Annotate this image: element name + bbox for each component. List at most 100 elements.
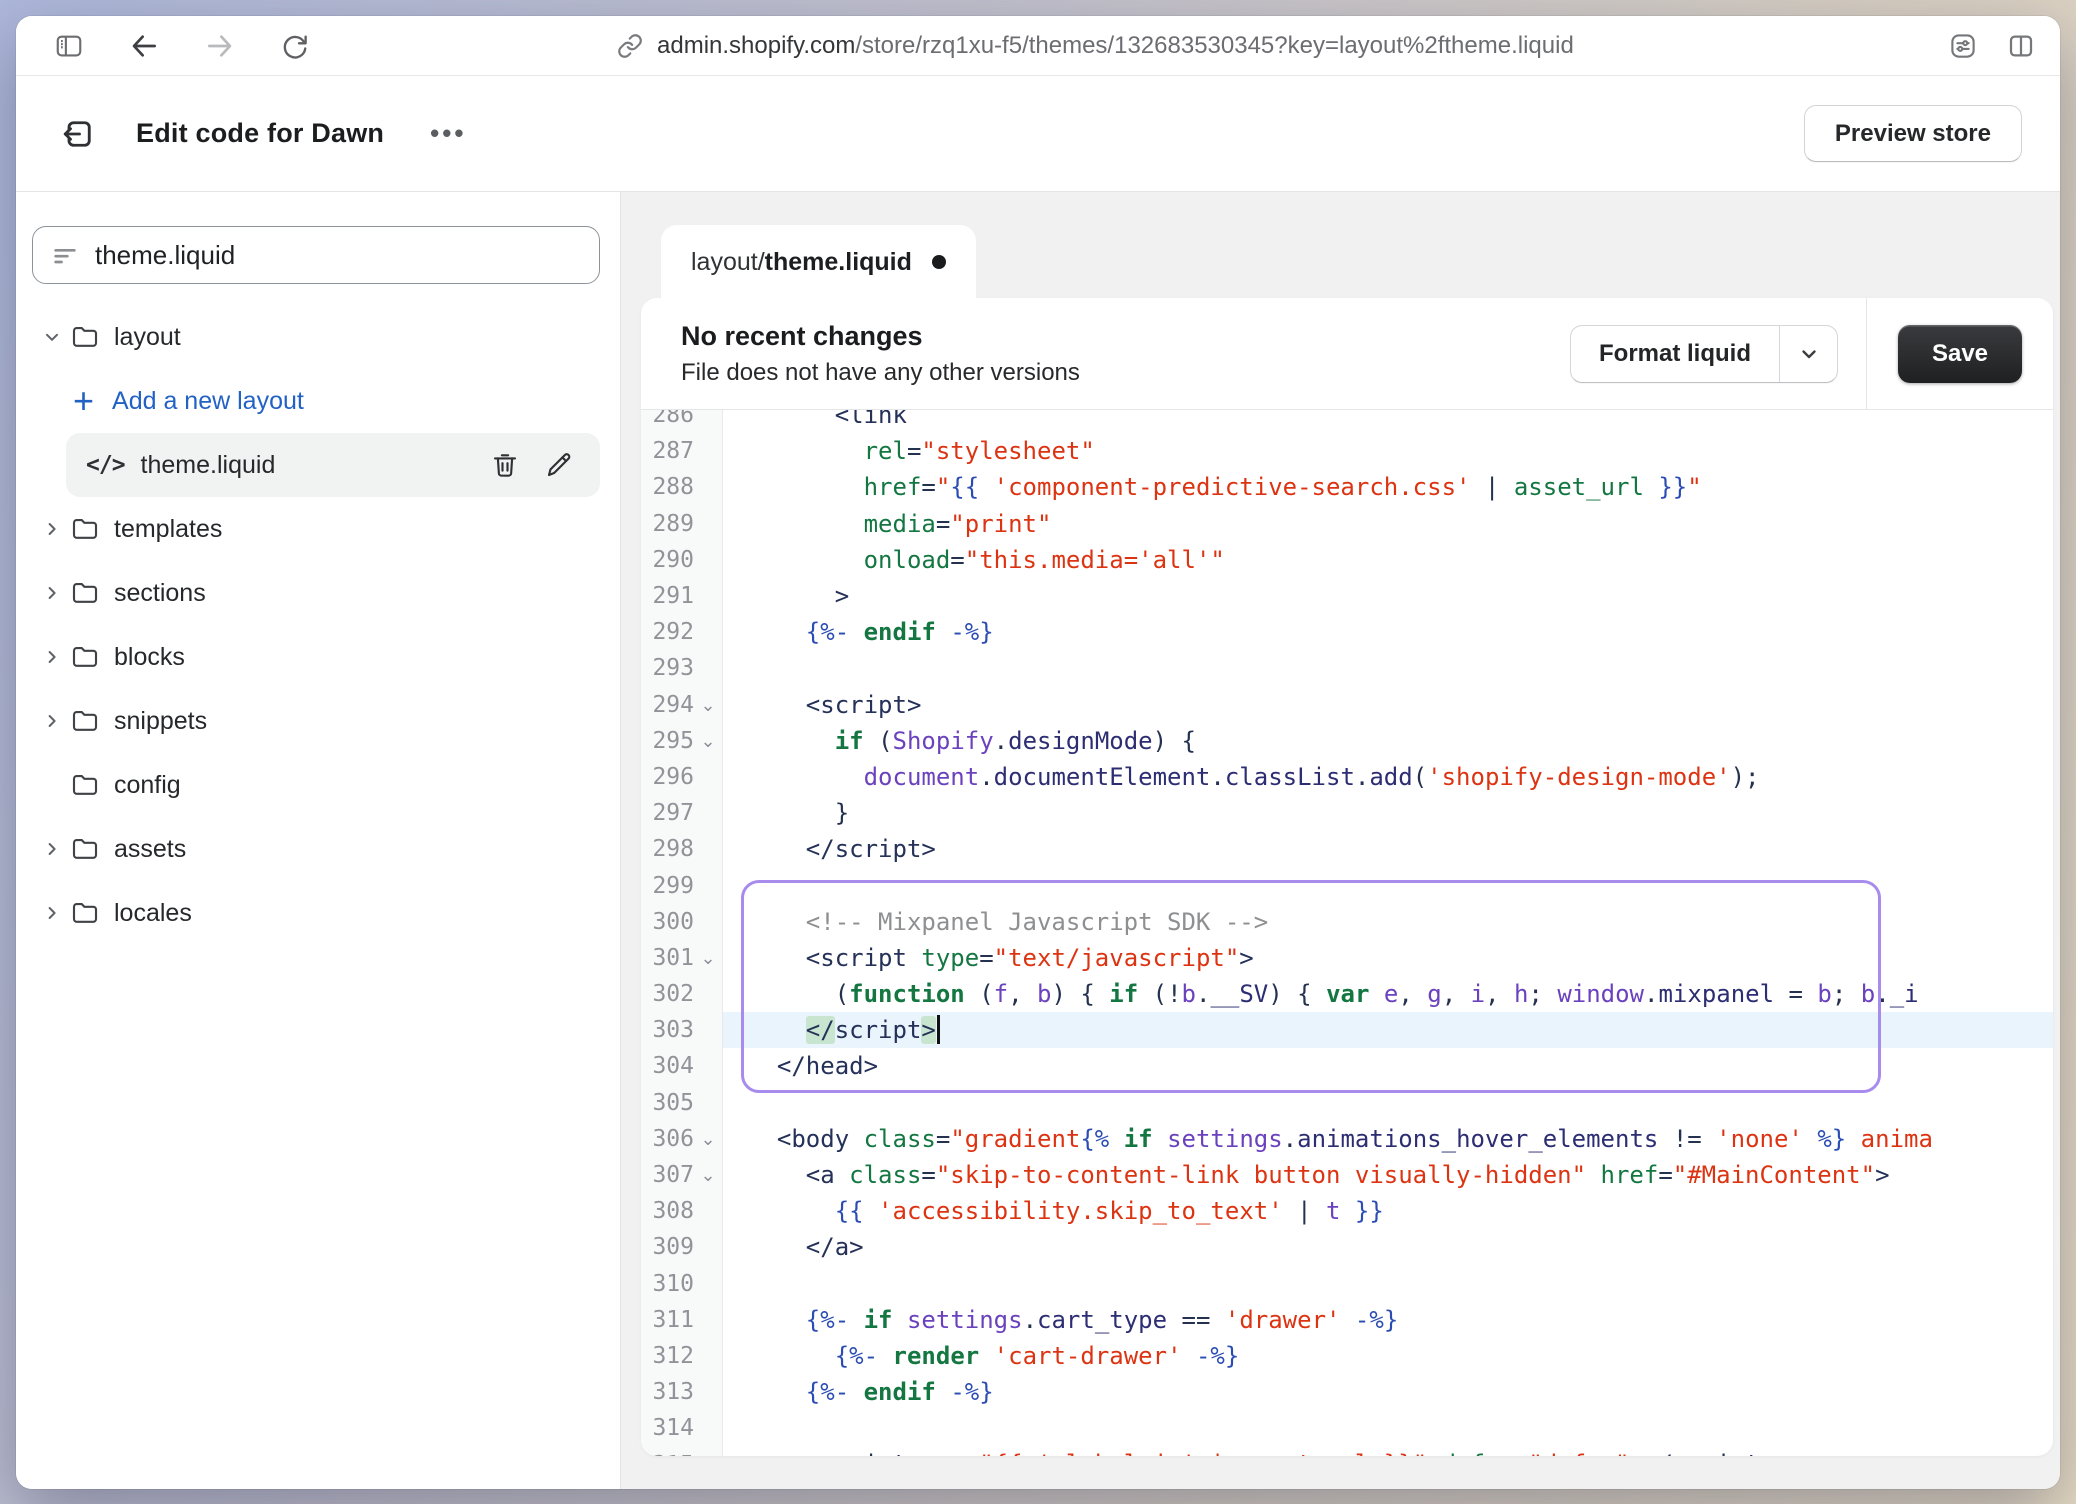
code-line[interactable]: 293 [641, 650, 2053, 686]
code-line[interactable]: 309 </a> [641, 1229, 2053, 1265]
chevron-right-icon[interactable] [40, 517, 64, 541]
code-line-text[interactable] [723, 1266, 2053, 1302]
code-line[interactable]: 314 [641, 1410, 2053, 1446]
fold-toggle-icon[interactable]: ⌄ [694, 1121, 722, 1157]
sidebar-item-locales[interactable]: locales [16, 881, 620, 945]
code-line[interactable]: 292 {%- endif -%} [641, 614, 2053, 650]
chevron-right-icon[interactable] [40, 837, 64, 861]
code-line[interactable]: 313 {%- endif -%} [641, 1374, 2053, 1410]
rename-file-button[interactable] [544, 450, 574, 480]
code-line[interactable]: 287 rel="stylesheet" [641, 433, 2053, 469]
fold-toggle-icon[interactable]: ⌄ [694, 687, 722, 723]
code-line[interactable]: 305 [641, 1085, 2053, 1121]
code-line[interactable]: 294⌄ <script> [641, 687, 2053, 723]
code-line[interactable]: 312 {%- render 'cart-drawer' -%} [641, 1338, 2053, 1374]
code-line-text[interactable]: {%- render 'cart-drawer' -%} [723, 1338, 2053, 1374]
code-line[interactable]: 315 <script src="{{ 'global.js' | asset_… [641, 1446, 2053, 1456]
preview-store-button[interactable]: Preview store [1804, 105, 2022, 162]
code-line-text[interactable]: {{ 'accessibility.skip_to_text' | t }} [723, 1193, 2053, 1229]
code-line[interactable]: 310 [641, 1266, 2053, 1302]
fold-toggle-icon[interactable]: ⌄ [694, 723, 722, 759]
code-line-text[interactable]: rel="stylesheet" [723, 433, 2053, 469]
fold-toggle-icon[interactable]: ⌄ [694, 940, 722, 976]
code-line[interactable]: 308 {{ 'accessibility.skip_to_text' | t … [641, 1193, 2053, 1229]
url-bar[interactable]: admin.shopify.com/store/rzq1xu-f5/themes… [617, 16, 1574, 75]
code-line-text[interactable]: <script src="{{ 'global.js' | asset_url … [723, 1446, 2053, 1456]
chevron-right-icon[interactable] [40, 581, 64, 605]
code-line-text[interactable] [723, 867, 2053, 903]
sidebar-item-layout[interactable]: layout [16, 305, 620, 369]
file-search-input[interactable] [95, 240, 581, 271]
code-line[interactable]: 298 </script> [641, 831, 2053, 867]
code-line-text[interactable]: <a class="skip-to-content-link button vi… [723, 1157, 2053, 1193]
tab-theme-liquid[interactable]: layout/theme.liquid [661, 225, 976, 299]
code-line[interactable]: 299 [641, 867, 2053, 903]
sidebar-item-blocks[interactable]: blocks [16, 625, 620, 689]
code-line[interactable]: 289 media="print" [641, 506, 2053, 542]
code-line-text[interactable]: <link [723, 410, 2053, 433]
split-view-icon[interactable] [2006, 31, 2036, 61]
code-line-text[interactable]: <!-- Mixpanel Javascript SDK --> [723, 904, 2053, 940]
code-line[interactable]: 304 </head> [641, 1048, 2053, 1084]
fold-toggle-icon[interactable]: ⌄ [694, 1157, 722, 1193]
code-line[interactable]: 295⌄ if (Shopify.designMode) { [641, 723, 2053, 759]
code-line[interactable]: 307⌄ <a class="skip-to-content-link butt… [641, 1157, 2053, 1193]
code-line-text[interactable]: document.documentElement.classList.add('… [723, 759, 2053, 795]
sidebar-item-snippets[interactable]: snippets [16, 689, 620, 753]
code-line-text[interactable] [723, 650, 2053, 686]
sidebar-item-theme-liquid[interactable]: </>theme.liquid [66, 433, 600, 497]
code-line-text[interactable]: } [723, 795, 2053, 831]
code-line-text[interactable]: </a> [723, 1229, 2053, 1265]
code-line[interactable]: 311 {%- if settings.cart_type == 'drawer… [641, 1302, 2053, 1338]
code-line-text[interactable]: href="{{ 'component-predictive-search.cs… [723, 469, 2053, 505]
sidebar-toggle-icon[interactable] [54, 31, 84, 61]
code-line[interactable]: 291 > [641, 578, 2053, 614]
back-icon[interactable] [128, 30, 160, 62]
code-line-text[interactable]: </head> [723, 1048, 2053, 1084]
code-line[interactable]: 290 onload="this.media='all'" [641, 542, 2053, 578]
reload-icon[interactable] [280, 31, 310, 61]
code-line[interactable]: 302 (function (f, b) { if (!b.__SV) { va… [641, 976, 2053, 1012]
code-line-text[interactable]: <body class="gradient{% if settings.anim… [723, 1121, 2053, 1157]
code-line[interactable]: 286 <link [641, 410, 2053, 433]
chevron-right-icon[interactable] [40, 645, 64, 669]
code-line-text[interactable]: {%- endif -%} [723, 1374, 2053, 1410]
chevron-right-icon[interactable] [40, 709, 64, 733]
code-editor[interactable]: 286 <link287 rel="stylesheet"288 href="{… [641, 410, 2053, 1456]
forward-icon[interactable] [204, 30, 236, 62]
code-line-text[interactable]: onload="this.media='all'" [723, 542, 2053, 578]
code-line[interactable]: 296 document.documentElement.classList.a… [641, 759, 2053, 795]
sidebar-item-sections[interactable]: sections [16, 561, 620, 625]
code-line-text[interactable]: (function (f, b) { if (!b.__SV) { var e,… [723, 976, 2053, 1012]
delete-file-button[interactable] [490, 450, 520, 480]
sidebar-item-config[interactable]: config [16, 753, 620, 817]
code-line[interactable]: 303 </script> [641, 1012, 2053, 1048]
code-line-text[interactable]: <script> [723, 687, 2053, 723]
code-line[interactable]: 300 <!-- Mixpanel Javascript SDK --> [641, 904, 2053, 940]
code-line-text[interactable]: if (Shopify.designMode) { [723, 723, 2053, 759]
format-options-button[interactable] [1779, 326, 1837, 382]
code-line-text[interactable]: {%- endif -%} [723, 614, 2053, 650]
format-liquid-button[interactable]: Format liquid [1571, 326, 1779, 382]
sidebar-item-add-new-layout[interactable]: +Add a new layout [16, 369, 620, 433]
code-line[interactable]: 297 } [641, 795, 2053, 831]
sidebar-item-templates[interactable]: templates [16, 497, 620, 561]
code-line-text[interactable]: {%- if settings.cart_type == 'drawer' -%… [723, 1302, 2053, 1338]
code-line[interactable]: 306⌄ <body class="gradient{% if settings… [641, 1121, 2053, 1157]
code-line-text[interactable]: > [723, 578, 2053, 614]
code-line-text[interactable] [723, 1085, 2053, 1121]
exit-button[interactable] [60, 116, 96, 152]
code-line-text[interactable]: </script> [723, 831, 2053, 867]
code-line-text[interactable]: <script type="text/javascript"> [723, 940, 2053, 976]
code-line[interactable]: 288 href="{{ 'component-predictive-searc… [641, 469, 2053, 505]
code-line-text[interactable]: media="print" [723, 506, 2053, 542]
more-menu-button[interactable]: ••• [430, 118, 466, 149]
sidebar-item-assets[interactable]: assets [16, 817, 620, 881]
code-line-text[interactable] [723, 1410, 2053, 1446]
code-line-text[interactable]: </script> [723, 1012, 2053, 1048]
chevron-right-icon[interactable] [40, 901, 64, 925]
chevron-down-icon[interactable] [40, 325, 64, 349]
save-button[interactable]: Save [1898, 325, 2022, 383]
code-line[interactable]: 301⌄ <script type="text/javascript"> [641, 940, 2053, 976]
extensions-icon[interactable] [1948, 31, 1978, 61]
